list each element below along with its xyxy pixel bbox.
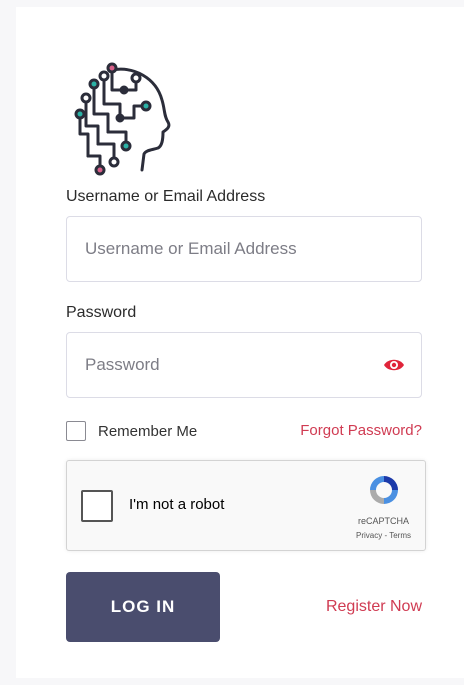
- recaptcha-brand: reCAPTCHA: [357, 516, 409, 526]
- password-label: Password: [66, 304, 137, 321]
- forgot-password-link[interactable]: Forgot Password?: [300, 422, 422, 439]
- eye-icon[interactable]: [383, 357, 405, 373]
- password-field[interactable]: [66, 332, 422, 398]
- recaptcha-checkbox[interactable]: [81, 490, 113, 522]
- recaptcha-prompt: I'm not a robot: [129, 496, 225, 513]
- username-label: Username or Email Address: [66, 188, 266, 205]
- remember-me-checkbox[interactable]: [66, 421, 86, 441]
- recaptcha-privacy-terms[interactable]: Privacy - Terms: [356, 531, 411, 540]
- remember-me-label: Remember Me: [98, 422, 198, 440]
- login-button[interactable]: LOG IN: [66, 572, 220, 642]
- username-input[interactable]: [85, 217, 385, 281]
- recaptcha-logo-icon: [370, 476, 398, 504]
- username-field[interactable]: [66, 216, 422, 282]
- ai-head-circuit-icon: [74, 62, 171, 176]
- recaptcha-widget: I'm not a robot reCAPTCHA Privacy - Term…: [66, 460, 426, 551]
- register-now-link[interactable]: Register Now: [326, 598, 422, 616]
- password-input[interactable]: [85, 333, 385, 397]
- remember-me[interactable]: Remember Me: [66, 421, 197, 441]
